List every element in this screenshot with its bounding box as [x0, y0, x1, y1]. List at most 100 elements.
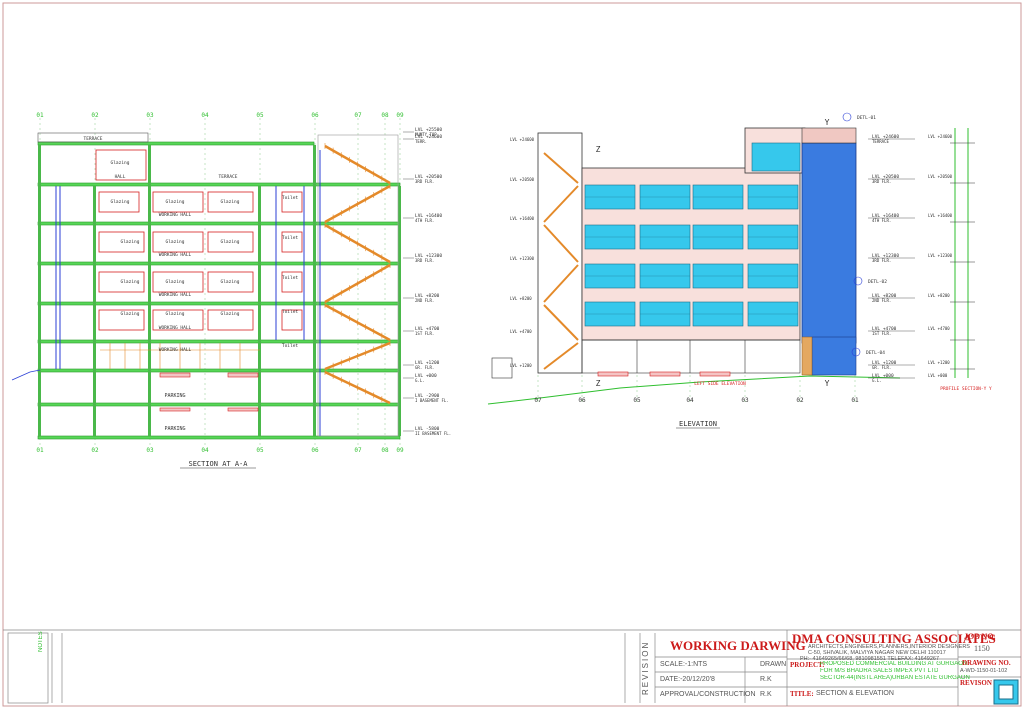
left-side-elevation-label: LEFT SIDE ELEVATION — [694, 381, 746, 387]
detail-bubble — [842, 112, 852, 122]
elevation-level-tag: LVL +000G.L.LVL +000 — [868, 373, 948, 383]
toilet-label: Toilet — [282, 309, 299, 315]
profile-section-label: PROFILE SECTION-Y Y — [940, 386, 992, 392]
approved-by: R.K — [760, 691, 772, 698]
level-desc: 1ST FLR. — [872, 331, 891, 336]
revision-label: REVISON — [960, 679, 992, 687]
level-desc: 3RD FLR. — [415, 179, 434, 184]
section-grid-label-top: 03 — [146, 112, 154, 119]
penthouse-glazing — [751, 142, 801, 172]
drawing-number: A-WD-1150-01-102 — [960, 668, 1008, 674]
level-desc: 2ND FLR. — [872, 298, 891, 303]
level-desc: 3RD FLR. — [872, 179, 891, 184]
level-desc: 4TH FLR. — [872, 218, 891, 223]
profile-level-value: LVL +24600 — [928, 134, 953, 139]
elevation-grid-label: 03 — [741, 397, 749, 404]
detail-label: DETL-02 — [868, 279, 887, 285]
section-grid-label-top: 04 — [201, 112, 209, 119]
elevation-left-level: LVL +20500 — [510, 177, 535, 182]
project-line-3: SECTOR-44(INSTL AREA)URBAN ESTATE GURGAO… — [820, 675, 970, 681]
elevation-level-tag: LVL +47001ST FLR.LVL +4700 — [868, 326, 950, 336]
section-marker: Z — [596, 379, 601, 388]
section-grid-label-top: 02 — [91, 112, 99, 119]
profile-level-value: LVL +8200 — [928, 293, 950, 298]
profile-section-ticks — [950, 142, 975, 370]
elevation-grid-label: 06 — [578, 397, 586, 404]
section-grid-label-bottom: 07 — [354, 447, 362, 454]
glazing-label: Glazing — [166, 279, 185, 285]
section-level-tag: LVL +82002ND FLR. — [403, 293, 440, 303]
parking-label: PARKING — [164, 426, 185, 432]
terrace-label-2: TERRACE — [219, 174, 238, 180]
elevation-grid-label: 02 — [796, 397, 804, 404]
elevation-level-tag: LVL +123003RD FLR.LVL +12300 — [868, 253, 953, 263]
ground-line — [487, 375, 901, 405]
elevation-level-tag: LVL +24600TERRACELVL +24600 — [868, 134, 953, 144]
curtain-wall-cap — [801, 127, 857, 144]
glazing-label: Glazing — [121, 311, 140, 317]
toilet-label: Toilet — [282, 275, 299, 281]
section-level-tag: LVL +47001ST FLR. — [403, 326, 440, 336]
hall-label: HALL — [115, 174, 126, 180]
project-line-1: PROPOSED COMMERCIAL BUILDING AT GURGAON — [820, 661, 968, 667]
toilet-label: Toilet — [282, 195, 299, 201]
level-desc: G.L. — [872, 378, 882, 383]
level-desc: II BASEMENT FL. — [415, 431, 451, 436]
profile-section — [954, 128, 969, 378]
profile-level-value: LVL +000 — [928, 373, 948, 378]
stair-flight — [543, 342, 579, 370]
section-grid-label-bottom: 05 — [256, 447, 264, 454]
elevation-left-level: LVL +16400 — [510, 216, 535, 221]
section-grid-label-top: 08 — [381, 112, 389, 119]
profile-level-value: LVL +12300 — [928, 253, 953, 258]
working-hall-label: WORKING HALL — [159, 252, 192, 258]
level-desc: 3RD FLR. — [872, 258, 891, 263]
section-grid-label-top: 07 — [354, 112, 362, 119]
level-desc: 3RD FLR. — [415, 258, 434, 263]
section-level-tag: LVL +205003RD FLR. — [403, 174, 442, 184]
section-grid-label-bottom: 04 — [201, 447, 209, 454]
elevation-level-tag: LVL +82002ND FLR.LVL +8200 — [868, 293, 950, 303]
section-level-tag: LVL +1200GR. FLR. — [403, 360, 440, 370]
approval-text: APPROVAL/CONSTRUCTION — [660, 691, 756, 698]
profile-level-value: LVL +20500 — [928, 174, 953, 179]
level-desc: I BASEMENT FL. — [415, 398, 449, 403]
elevation-level-tag: LVL +164004TH FLR.LVL +16400 — [868, 213, 953, 223]
level-desc: 4TH FLR. — [415, 218, 434, 223]
section-grid-label-bottom: 03 — [146, 447, 154, 454]
curtain-wall — [801, 142, 857, 344]
working-hall-label: WORKING HALL — [159, 347, 192, 353]
stair-flight — [543, 304, 579, 341]
elevation-drawing — [487, 127, 975, 405]
stair-elevation-flights — [543, 152, 579, 370]
section-grid-label-bottom: 02 — [91, 447, 99, 454]
elevation-title: ELEVATION — [679, 420, 717, 428]
title-value: SECTION & ELEVATION — [816, 690, 894, 697]
glazing-label: Glazing — [121, 239, 140, 245]
section-railing — [100, 343, 260, 369]
elevation-left-level: LVL +4700 — [510, 329, 532, 334]
stair-flight — [543, 264, 579, 303]
section-marker: Z — [596, 145, 601, 154]
glazing-label: Glazing — [111, 199, 130, 205]
section-level-tag: LVL -2900I BASEMENT FL. — [403, 393, 449, 403]
stair-section-flights — [324, 143, 391, 405]
level-desc: TERRACE — [872, 139, 889, 144]
detail-label: DETL-01 — [857, 115, 876, 121]
parking-label: PARKING — [164, 393, 185, 399]
section-level-tag: LVL +164004TH FLR. — [403, 213, 442, 223]
job-number: 1150 — [974, 644, 990, 653]
level-desc: 2ND FLR. — [415, 298, 434, 303]
section-level-tag: LVL +123003RD FLR. — [403, 253, 442, 263]
stair-flight — [543, 224, 579, 263]
level-desc: 1ST FLR. — [415, 331, 434, 336]
level-desc: GR. FLR. — [872, 365, 891, 370]
section-level-tag: LVL +24600TERR. — [403, 134, 442, 144]
side-block — [491, 357, 513, 379]
section-grid-label-top: 09 — [396, 112, 404, 119]
section-grid-label-bottom: 01 — [36, 447, 44, 454]
entrance-glazing — [811, 336, 857, 376]
section-grid-label-top: 05 — [256, 112, 264, 119]
section-ramp — [11, 369, 41, 381]
drawing-sheet: 01 01 02 02 03 03 04 04 05 05 06 06 07 07 08 08 09 09 07 06… — [2, 2, 1022, 707]
